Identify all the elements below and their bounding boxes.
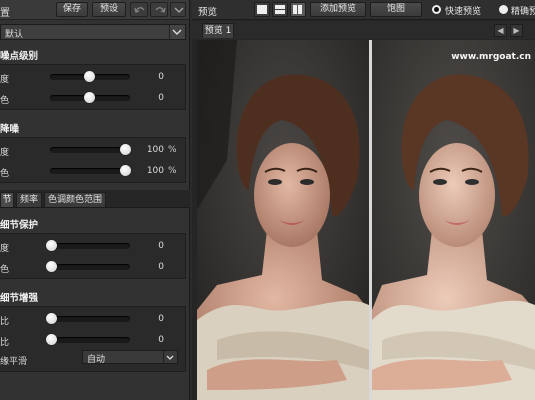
slider-label: 色 [0,169,10,179]
denoise-color-slider[interactable] [50,165,131,176]
snapshot-button[interactable]: 饱图 [370,2,422,17]
preview-area: 预览 添加预览 饱图 快速预览 精确预 预览 1 ◀ ▶ www.mrgoat.… [192,0,535,400]
fast-preview-label: 快速预览 [445,7,482,17]
denoised-preview-image [372,40,535,400]
slider-label: 度 [0,75,10,85]
slider-value: 100 [146,145,164,155]
settings-panel: 置 保存 预设 默认 噪点级别 度 0 色 0 降噪 度 100 % 色 100… [0,0,190,400]
split-vertical-icon[interactable] [290,2,306,17]
noise-level-group: 度 0 色 0 [0,64,186,110]
slider-unit: % [168,166,177,176]
preset-value: 默认 [5,30,24,40]
enhance-ratio-slider[interactable] [46,334,130,345]
slider-knob[interactable] [84,71,95,82]
slider-knob[interactable] [46,261,57,272]
chevron-down-icon[interactable] [170,2,186,17]
slider-label: 色 [0,96,10,106]
watermark-text: www.mrgoat.cn [451,52,531,62]
preview-toolbar: 预览 添加预览 饱图 快速预览 精确预 [192,0,535,20]
precise-preview-radio[interactable] [499,5,508,14]
section-title-detail-protect: 细节保护 [0,220,39,231]
section-title-denoise: 降噪 [0,124,20,135]
detail-tabs: 节 频率 色调颜色范围 [0,190,190,208]
edge-smooth-label: 缘平滑 [0,357,28,367]
slider-value: 100 [146,166,164,176]
slider-knob[interactable] [84,92,95,103]
tab-preview-1[interactable]: 预览 1 [202,23,234,38]
edge-smooth-select[interactable]: 自动 [82,350,178,365]
scroll-right-icon[interactable]: ▶ [510,24,523,37]
preset-dropdown[interactable]: 默认 [0,24,186,40]
slider-knob[interactable] [46,313,57,324]
fast-preview-radio[interactable] [432,5,441,14]
slider-knob[interactable] [120,165,131,176]
preview-canvas[interactable]: www.mrgoat.cn [192,40,535,400]
single-view-icon[interactable] [254,2,270,17]
section-title-detail-enhance: 细节增强 [0,293,39,304]
slider-label: 度 [0,244,10,254]
slider-label: 比 [0,338,10,348]
panel-title: 置 [0,8,10,19]
save-button[interactable]: 保存 [56,2,88,17]
slider-value: 0 [158,241,164,251]
slider-knob[interactable] [46,240,57,251]
undo-icon[interactable] [130,2,148,17]
add-preview-button[interactable]: 添加预览 [310,2,366,17]
slider-label: 比 [0,317,10,327]
preview-tab-bar: 预览 1 ◀ ▶ [192,21,535,39]
original-preview-image [197,40,369,400]
precise-preview-label: 精确预 [511,7,535,17]
slider-knob[interactable] [46,334,57,345]
slider-value: 0 [158,262,164,272]
split-horizontal-icon[interactable] [272,2,288,17]
denoise-group: 度 100 % 色 100 % [0,137,186,183]
denoise-luminance-slider[interactable] [50,144,131,155]
slider-unit: % [168,145,177,155]
redo-icon[interactable] [150,2,168,17]
tab-tone-range[interactable]: 色调颜色范围 [44,192,106,207]
settings-toolbar: 置 保存 预设 [0,0,189,20]
slider-value: 0 [158,72,164,82]
noise-color-slider[interactable] [50,92,130,103]
slider-value: 0 [158,314,164,324]
noise-luminance-slider[interactable] [50,71,130,82]
section-title-noise-level: 噪点级别 [0,51,39,62]
chevron-down-icon[interactable] [163,351,177,363]
protect-luminance-slider[interactable] [46,240,130,251]
enhance-contrast-slider[interactable] [46,313,130,324]
detail-protect-group: 度 0 色 0 [0,233,186,279]
tab-frequency[interactable]: 频率 [16,192,42,207]
slider-value: 0 [158,335,164,345]
slider-label: 度 [0,148,10,158]
slider-value: 0 [158,93,164,103]
preview-label: 预览 [198,7,218,18]
select-value: 自动 [87,355,106,365]
protect-color-slider[interactable] [46,261,130,272]
chevron-down-icon[interactable] [169,25,185,39]
slider-label: 色 [0,265,10,275]
scroll-left-icon[interactable]: ◀ [494,24,507,37]
slider-knob[interactable] [120,144,131,155]
preset-button[interactable]: 预设 [92,2,126,17]
tab-detail[interactable]: 节 [0,192,14,207]
